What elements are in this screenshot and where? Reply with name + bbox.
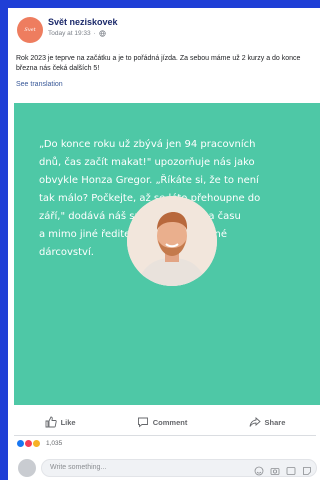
actions-divider bbox=[14, 435, 316, 436]
globe-icon bbox=[99, 30, 106, 37]
meta-separator: · bbox=[93, 30, 96, 37]
share-label: Share bbox=[264, 417, 286, 427]
comment-icon bbox=[137, 417, 148, 428]
quote-line: dnů, čas začít makat!" upozorňuje nás ja… bbox=[39, 157, 255, 168]
post-timestamp[interactable]: Today at 19:33 bbox=[48, 30, 91, 37]
wow-reaction-icon bbox=[32, 439, 41, 448]
see-translation-link[interactable]: See translation bbox=[16, 81, 63, 88]
portrait-illustration bbox=[127, 196, 217, 286]
reaction-count: 1,035 bbox=[46, 440, 63, 447]
post-card: Svet Svět neziskovek Today at 19:33 · Ro… bbox=[8, 8, 320, 480]
thumbs-up-icon bbox=[45, 416, 57, 428]
post-header: Svet Svět neziskovek Today at 19:33 · bbox=[8, 8, 320, 48]
post-meta: Today at 19:33 · bbox=[48, 30, 106, 37]
share-icon bbox=[249, 417, 261, 427]
sticker-icon[interactable] bbox=[302, 463, 312, 475]
post-text: Rok 2023 je teprve na začátku a je to po… bbox=[16, 55, 301, 72]
page-avatar[interactable]: Svet bbox=[17, 17, 43, 43]
page-avatar-logo-text: Svet bbox=[24, 27, 36, 33]
quote-line: obvykle Honza Gregor. „Říkáte si, že to … bbox=[39, 175, 259, 186]
user-avatar bbox=[18, 459, 36, 477]
page-name-link[interactable]: Svět neziskovek bbox=[48, 17, 118, 27]
emoji-icon[interactable] bbox=[254, 463, 264, 476]
comment-tools bbox=[254, 463, 312, 476]
like-label: Like bbox=[60, 417, 76, 427]
portrait-photo bbox=[127, 196, 217, 286]
reaction-summary[interactable]: 1,035 bbox=[16, 439, 62, 448]
like-button[interactable]: Like bbox=[45, 416, 76, 428]
comment-composer: Write something... bbox=[14, 457, 320, 480]
comment-label: Comment bbox=[152, 417, 188, 427]
camera-icon[interactable] bbox=[270, 463, 280, 475]
comment-input[interactable]: Write something... bbox=[41, 459, 317, 477]
gif-icon[interactable] bbox=[286, 463, 296, 475]
share-button[interactable]: Share bbox=[249, 416, 286, 428]
post-actions: Like Comment Share bbox=[14, 411, 316, 433]
comment-placeholder: Write something... bbox=[50, 464, 107, 471]
comment-button[interactable]: Comment bbox=[137, 416, 188, 428]
quote-line: „Do konce roku už zbývá jen 94 pracovníc… bbox=[39, 139, 256, 150]
